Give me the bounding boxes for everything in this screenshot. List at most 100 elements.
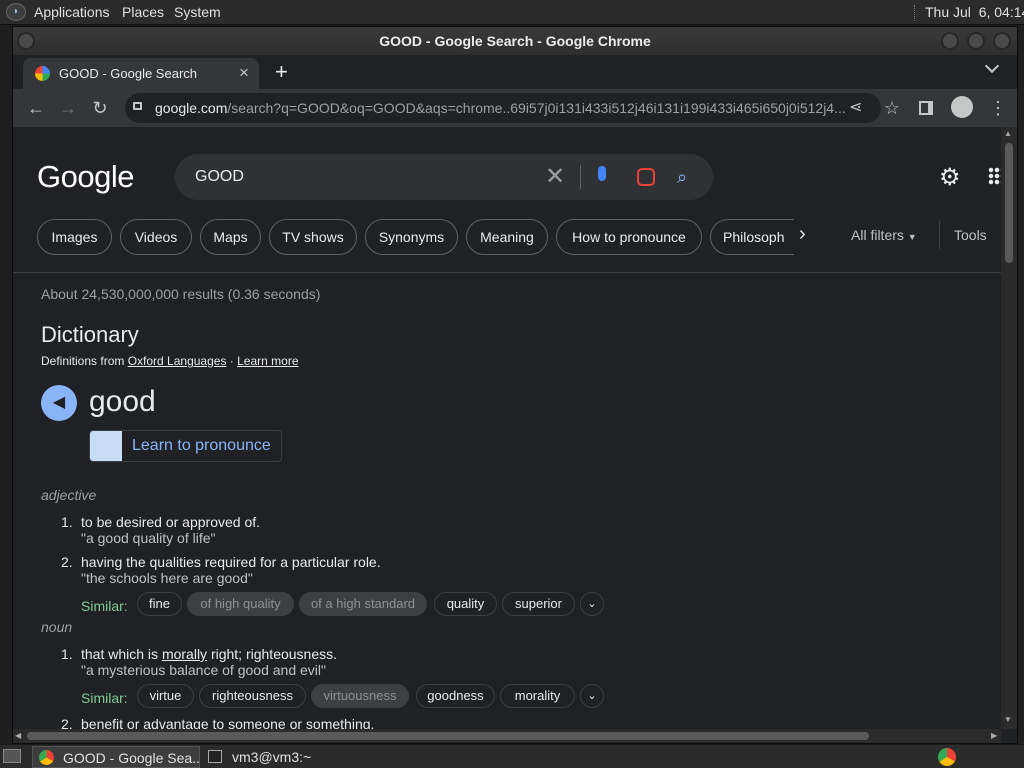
learn-more-link[interactable]: Learn more bbox=[237, 354, 298, 368]
source-separator: · bbox=[226, 354, 238, 368]
similar-chip[interactable]: righteousness bbox=[199, 684, 306, 708]
scroll-right-arrow-icon[interactable]: ▶ bbox=[991, 731, 997, 740]
chip-videos[interactable]: Videos bbox=[120, 219, 192, 255]
show-desktop-icon[interactable] bbox=[3, 749, 21, 763]
clear-icon[interactable]: ✕ bbox=[545, 154, 565, 200]
settings-gear-icon[interactable]: ⚙ bbox=[939, 163, 961, 192]
top-panel: ◗ Applications Places System Thu Jul 6, … bbox=[0, 0, 1024, 25]
applications-menu[interactable]: Applications bbox=[34, 4, 110, 20]
page-content: Google GOOD ✕ ⌕ ⚙ Images Videos Maps TV … bbox=[13, 127, 1001, 729]
oxford-languages-link[interactable]: Oxford Languages bbox=[128, 354, 227, 368]
headword: good bbox=[89, 385, 156, 418]
similar-chip[interactable]: superior bbox=[502, 592, 575, 616]
horizontal-scrollbar[interactable]: ◀ ▶ bbox=[13, 729, 1001, 743]
tray-chrome-icon[interactable] bbox=[938, 748, 956, 766]
apps-grid-icon[interactable] bbox=[988, 167, 1001, 185]
chip-images[interactable]: Images bbox=[37, 219, 112, 255]
similar-chip[interactable]: of a high standard bbox=[299, 592, 427, 616]
scroll-down-arrow-icon[interactable]: ▼ bbox=[1004, 715, 1012, 724]
lock-icon[interactable] bbox=[133, 102, 142, 110]
tab-title: GOOD - Google Search bbox=[59, 66, 197, 81]
expand-similar-chevron-icon[interactable]: ⌄ bbox=[580, 592, 604, 616]
scroll-left-arrow-icon[interactable]: ◀ bbox=[15, 731, 21, 740]
maximize-button[interactable] bbox=[967, 32, 985, 50]
close-window-button[interactable] bbox=[993, 32, 1011, 50]
chip-synonyms[interactable]: Synonyms bbox=[365, 219, 458, 255]
forward-arrow-icon[interactable]: → bbox=[55, 95, 81, 121]
side-panel-icon[interactable] bbox=[919, 101, 933, 115]
chrome-window: GOOD - Google Search - Google Chrome GOO… bbox=[12, 26, 1018, 744]
terminal-icon bbox=[208, 750, 222, 763]
window-menu-button[interactable] bbox=[17, 32, 35, 50]
tab-search-chevron-icon[interactable] bbox=[984, 58, 1000, 74]
vertical-scroll-thumb[interactable] bbox=[1005, 143, 1013, 263]
tab-google-search[interactable]: GOOD - Google Search × bbox=[23, 58, 259, 89]
similar-chip[interactable]: quality bbox=[434, 592, 497, 616]
source-prefix: Definitions from bbox=[41, 354, 128, 368]
chip-meaning[interactable]: Meaning bbox=[466, 219, 548, 255]
window-title: GOOD - Google Search - Google Chrome bbox=[379, 33, 651, 49]
example: "a good quality of life" bbox=[81, 530, 216, 546]
browser-toolbar: ← → ↻ google.com/search?q=GOOD&oq=GOOD&a… bbox=[13, 89, 1017, 127]
search-input[interactable]: GOOD bbox=[195, 154, 244, 200]
bookmark-star-icon[interactable]: ☆ bbox=[879, 95, 905, 121]
search-box[interactable]: GOOD ✕ ⌕ bbox=[175, 154, 713, 200]
learn-to-pronounce-button[interactable]: Learn to pronounce bbox=[89, 430, 282, 462]
definition-text: right; righteousness. bbox=[207, 646, 338, 662]
gnome-foot-icon[interactable]: ◗ bbox=[6, 3, 26, 21]
definition: having the qualities required for a part… bbox=[81, 554, 381, 570]
def-number: 2. bbox=[61, 554, 73, 570]
definition: benefit or advantage to someone or somet… bbox=[81, 716, 375, 729]
similar-chip[interactable]: virtuousness bbox=[311, 684, 409, 708]
all-filters-label: All filters bbox=[851, 227, 904, 243]
result-stats: About 24,530,000,000 results (0.36 secon… bbox=[41, 286, 321, 302]
share-icon[interactable]: ⋖ bbox=[849, 93, 862, 123]
chip-philosophy[interactable]: Philosoph bbox=[710, 219, 794, 255]
chip-maps[interactable]: Maps bbox=[200, 219, 261, 255]
reload-icon[interactable]: ↻ bbox=[87, 95, 113, 121]
taskbar-chrome-label: GOOD - Google Sea... bbox=[63, 750, 200, 766]
expand-similar-chevron-icon[interactable]: ⌄ bbox=[580, 684, 604, 708]
chip-philosophy-label: Philosoph bbox=[723, 229, 785, 245]
def-number: 1. bbox=[61, 514, 73, 530]
speaker-icon[interactable]: ◀ bbox=[41, 385, 77, 421]
similar-chip[interactable]: of high quality bbox=[187, 592, 294, 616]
search-icon[interactable]: ⌕ bbox=[677, 154, 687, 200]
similar-chip[interactable]: fine bbox=[137, 592, 182, 616]
system-menu[interactable]: System bbox=[174, 4, 221, 20]
new-tab-button[interactable]: + bbox=[275, 59, 288, 85]
all-filters-button[interactable]: All filters ▼ bbox=[851, 227, 917, 243]
clock[interactable]: Thu Jul 6, 04:14 bbox=[925, 4, 1024, 20]
taskbar-chrome-window[interactable]: GOOD - Google Sea... bbox=[32, 746, 200, 768]
google-logo[interactable]: Google bbox=[37, 159, 134, 195]
similar-chip[interactable]: goodness bbox=[416, 684, 495, 708]
back-arrow-icon[interactable]: ← bbox=[23, 95, 49, 121]
example: "the schools here are good" bbox=[81, 570, 253, 586]
definition-text: that which is bbox=[81, 646, 162, 662]
tools-button[interactable]: Tools bbox=[954, 227, 987, 243]
similar-chip[interactable]: virtue bbox=[137, 684, 194, 708]
morally-link[interactable]: morally bbox=[162, 646, 207, 662]
chips-next-chevron-icon[interactable]: › bbox=[799, 223, 806, 246]
bottom-taskbar: GOOD - Google Sea... vm3@vm3:~ bbox=[0, 744, 1024, 768]
tab-close-icon[interactable]: × bbox=[239, 63, 249, 83]
vertical-scrollbar[interactable]: ▲ ▼ bbox=[1001, 127, 1017, 729]
window-titlebar[interactable]: GOOD - Google Search - Google Chrome bbox=[13, 27, 1017, 55]
microphone-icon[interactable] bbox=[598, 166, 606, 181]
profile-avatar-icon[interactable] bbox=[951, 96, 973, 118]
header-divider bbox=[13, 272, 1001, 273]
horizontal-scroll-thumb[interactable] bbox=[27, 732, 869, 740]
address-bar[interactable]: google.com/search?q=GOOD&oq=GOOD&aqs=chr… bbox=[125, 93, 881, 123]
chip-tv-shows[interactable]: TV shows bbox=[269, 219, 357, 255]
chip-how-to-pronounce[interactable]: How to pronounce bbox=[556, 219, 702, 255]
scroll-up-arrow-icon[interactable]: ▲ bbox=[1004, 129, 1012, 138]
minimize-button[interactable] bbox=[941, 32, 959, 50]
lens-camera-icon[interactable] bbox=[637, 168, 655, 186]
taskbar-terminal-window[interactable]: vm3@vm3:~ bbox=[202, 746, 362, 768]
places-menu[interactable]: Places bbox=[122, 4, 164, 20]
url-host: google.com bbox=[155, 100, 228, 116]
browser-menu-icon[interactable]: ⋮ bbox=[985, 95, 1011, 121]
dictionary-heading: Dictionary bbox=[41, 322, 139, 347]
dictionary-source: Definitions from Oxford Languages · Lear… bbox=[41, 354, 299, 368]
similar-chip[interactable]: morality bbox=[500, 684, 575, 708]
